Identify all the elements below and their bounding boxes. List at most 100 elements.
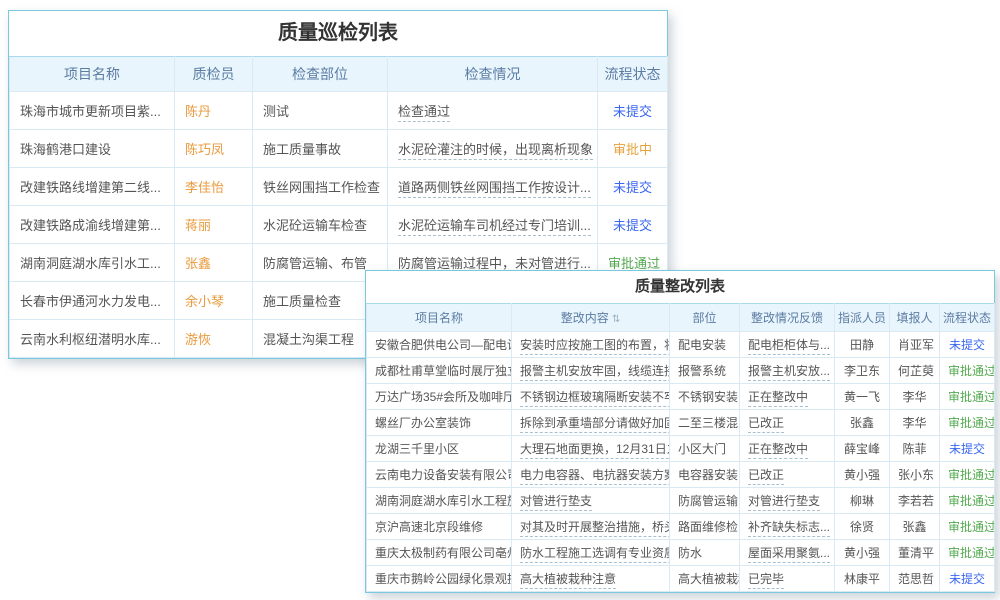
column-header-reporter: 填报人 bbox=[890, 304, 940, 332]
project-name-link[interactable]: 万达广场35#会所及咖啡厅空... bbox=[367, 384, 512, 410]
assignee-name: 李卫东 bbox=[835, 358, 890, 384]
status-cell: 审批通过 bbox=[940, 410, 995, 436]
reporter-name: 李华 bbox=[890, 384, 940, 410]
column-header-content-label: 整改内容 bbox=[561, 311, 609, 325]
assignee-name: 田静 bbox=[835, 332, 890, 358]
project-name-link[interactable]: 改建铁路线增建第二线... bbox=[10, 168, 175, 206]
column-header-situation: 检查情况 bbox=[388, 57, 598, 92]
column-header-feedback: 整改情况反馈 bbox=[740, 304, 835, 332]
project-name-link[interactable]: 京沪高速北京段维修 bbox=[367, 514, 512, 540]
rectify-content-cell: 电力电容器、电抗器安装方案... bbox=[512, 462, 670, 488]
feedback-text: 正在整改中 bbox=[748, 442, 808, 459]
inspection-table-row: 改建铁路线增建第二线... 李佳怡 铁丝网围挡工作检查 道路两侧铁丝网围挡工作按… bbox=[10, 168, 668, 206]
status-cell: 审批中 bbox=[598, 130, 668, 168]
reporter-name: 陈菲 bbox=[890, 436, 940, 462]
rectify-content-cell: 安装时应按施工图的布置，将... bbox=[512, 332, 670, 358]
status-badge: 审批中 bbox=[613, 142, 652, 157]
project-name-link[interactable]: 改建铁路成渝线增建第... bbox=[10, 206, 175, 244]
inspection-situation-cell: 道路两侧铁丝网围挡工作按设计... bbox=[388, 168, 598, 206]
column-header-assignee: 指派人员 bbox=[835, 304, 890, 332]
column-header-part: 部位 bbox=[670, 304, 740, 332]
column-header-content[interactable]: 整改内容⇅ bbox=[512, 304, 670, 332]
project-name-link[interactable]: 云南电力设备安装有限公司20... bbox=[367, 462, 512, 488]
project-name-link[interactable]: 珠海市城市更新项目紫... bbox=[10, 92, 175, 130]
status-badge: 未提交 bbox=[949, 338, 985, 352]
reporter-name: 李若若 bbox=[890, 488, 940, 514]
sort-icon[interactable]: ⇅ bbox=[612, 314, 620, 325]
feedback-text: 已改正 bbox=[748, 468, 784, 485]
project-name-link[interactable]: 湖南洞庭湖水库引水工... bbox=[10, 244, 175, 282]
project-name-link[interactable]: 螺丝厂办公室装饰 bbox=[367, 410, 512, 436]
status-badge: 未提交 bbox=[613, 180, 652, 195]
rectification-table-panel: 质量整改列表 项目名称 整改内容⇅ 部位 整改情况反馈 指派人员 填报人 流程状… bbox=[365, 270, 995, 593]
assignee-name: 徐贤 bbox=[835, 514, 890, 540]
feedback-cell: 已改正 bbox=[740, 462, 835, 488]
inspector-name: 李佳怡 bbox=[175, 168, 253, 206]
rectification-table-row: 龙湖三千里小区 大理石地面更换，12月31日之... 小区大门 正在整改中 薛宝… bbox=[367, 436, 995, 462]
inspection-part-cell: 水泥砼运输车检查 bbox=[253, 206, 388, 244]
feedback-text: 配电柜柜体与... bbox=[748, 338, 830, 355]
status-badge: 未提交 bbox=[949, 442, 985, 456]
rectify-content-cell: 对管进行垫支 bbox=[512, 488, 670, 514]
feedback-text: 报警主机安放... bbox=[748, 364, 830, 381]
feedback-cell: 屋面采用聚氨... bbox=[740, 540, 835, 566]
project-name-link[interactable]: 安徽合肥供电公司—配电设备... bbox=[367, 332, 512, 358]
status-cell: 未提交 bbox=[598, 168, 668, 206]
inspector-name: 余小琴 bbox=[175, 282, 253, 320]
inspection-situation-text: 水泥砼运输车司机经过专门培训... bbox=[398, 218, 591, 236]
status-badge: 未提交 bbox=[613, 218, 652, 233]
project-name-link[interactable]: 长春市伊通河水力发电... bbox=[10, 282, 175, 320]
inspection-situation-cell: 检查通过 bbox=[388, 92, 598, 130]
status-badge: 审批通过 bbox=[948, 416, 995, 430]
status-cell: 未提交 bbox=[598, 206, 668, 244]
feedback-text: 已改正 bbox=[748, 416, 784, 433]
part-cell: 高大植被栽种 bbox=[670, 566, 740, 592]
inspection-table-row: 珠海市城市更新项目紫... 陈丹 测试 检查通过 未提交 bbox=[10, 92, 668, 130]
feedback-text: 正在整改中 bbox=[748, 390, 808, 407]
feedback-text: 补齐缺失标志... bbox=[748, 520, 830, 537]
status-cell: 未提交 bbox=[940, 436, 995, 462]
part-cell: 防腐管运输... bbox=[670, 488, 740, 514]
part-cell: 电容器安装... bbox=[670, 462, 740, 488]
inspection-table-row: 珠海鹤港口建设 陈巧凤 施工质量事故 水泥砼灌注的时候，出现离析现象 审批中 bbox=[10, 130, 668, 168]
rectification-table-row: 京沪高速北京段维修 对其及时开展整治措施，桥头... 路面维修检... 补齐缺失… bbox=[367, 514, 995, 540]
rectify-content-cell: 不锈钢边框玻璃隔断安装不牢... bbox=[512, 384, 670, 410]
column-header-part: 检查部位 bbox=[253, 57, 388, 92]
rectification-table-row: 云南电力设备安装有限公司20... 电力电容器、电抗器安装方案... 电容器安装… bbox=[367, 462, 995, 488]
status-cell: 未提交 bbox=[598, 92, 668, 130]
project-name-link[interactable]: 重庆市鹅岭公园绿化景观提升... bbox=[367, 566, 512, 592]
project-name-link[interactable]: 云南水利枢纽潜明水库... bbox=[10, 320, 175, 358]
inspection-part-cell: 测试 bbox=[253, 92, 388, 130]
status-cell: 审批通过 bbox=[940, 384, 995, 410]
inspection-header-row: 项目名称 质检员 检查部位 检查情况 流程状态 bbox=[10, 57, 668, 92]
project-name-link[interactable]: 龙湖三千里小区 bbox=[367, 436, 512, 462]
status-cell: 审批通过 bbox=[940, 462, 995, 488]
inspection-table-title: 质量巡检列表 bbox=[9, 11, 667, 56]
inspection-situation-text: 水泥砼灌注的时候，出现离析现象 bbox=[398, 142, 593, 160]
inspector-name: 张鑫 bbox=[175, 244, 253, 282]
status-cell: 审批通过 bbox=[940, 358, 995, 384]
project-name-link[interactable]: 珠海鹤港口建设 bbox=[10, 130, 175, 168]
inspector-name: 陈巧凤 bbox=[175, 130, 253, 168]
reporter-name: 何芷萸 bbox=[890, 358, 940, 384]
rectification-table-title: 质量整改列表 bbox=[366, 271, 994, 303]
part-cell: 路面维修检... bbox=[670, 514, 740, 540]
assignee-name: 林康平 bbox=[835, 566, 890, 592]
status-badge: 审批通过 bbox=[948, 520, 995, 534]
rectify-content-text: 防水工程施工选调有专业资质... bbox=[520, 546, 670, 563]
rectification-table: 项目名称 整改内容⇅ 部位 整改情况反馈 指派人员 填报人 流程状态 安徽合肥供… bbox=[366, 303, 995, 592]
inspection-part-cell: 铁丝网围挡工作检查 bbox=[253, 168, 388, 206]
project-name-link[interactable]: 重庆太极制药有限公司亳州中... bbox=[367, 540, 512, 566]
inspector-name: 陈丹 bbox=[175, 92, 253, 130]
project-name-link[interactable]: 湖南洞庭湖水库引水工程施工1标 bbox=[367, 488, 512, 514]
rectify-content-text: 报警主机安放牢固，线缆连接... bbox=[520, 364, 670, 381]
project-name-link[interactable]: 成都杜甫草堂临时展厅独立展... bbox=[367, 358, 512, 384]
inspector-name: 蒋丽 bbox=[175, 206, 253, 244]
rectify-content-cell: 大理石地面更换，12月31日之... bbox=[512, 436, 670, 462]
rectify-content-text: 不锈钢边框玻璃隔断安装不牢... bbox=[520, 390, 670, 407]
column-header-project: 项目名称 bbox=[10, 57, 175, 92]
status-badge: 审批通过 bbox=[608, 256, 660, 271]
assignee-name: 黄小强 bbox=[835, 540, 890, 566]
part-cell: 防水 bbox=[670, 540, 740, 566]
feedback-cell: 补齐缺失标志... bbox=[740, 514, 835, 540]
